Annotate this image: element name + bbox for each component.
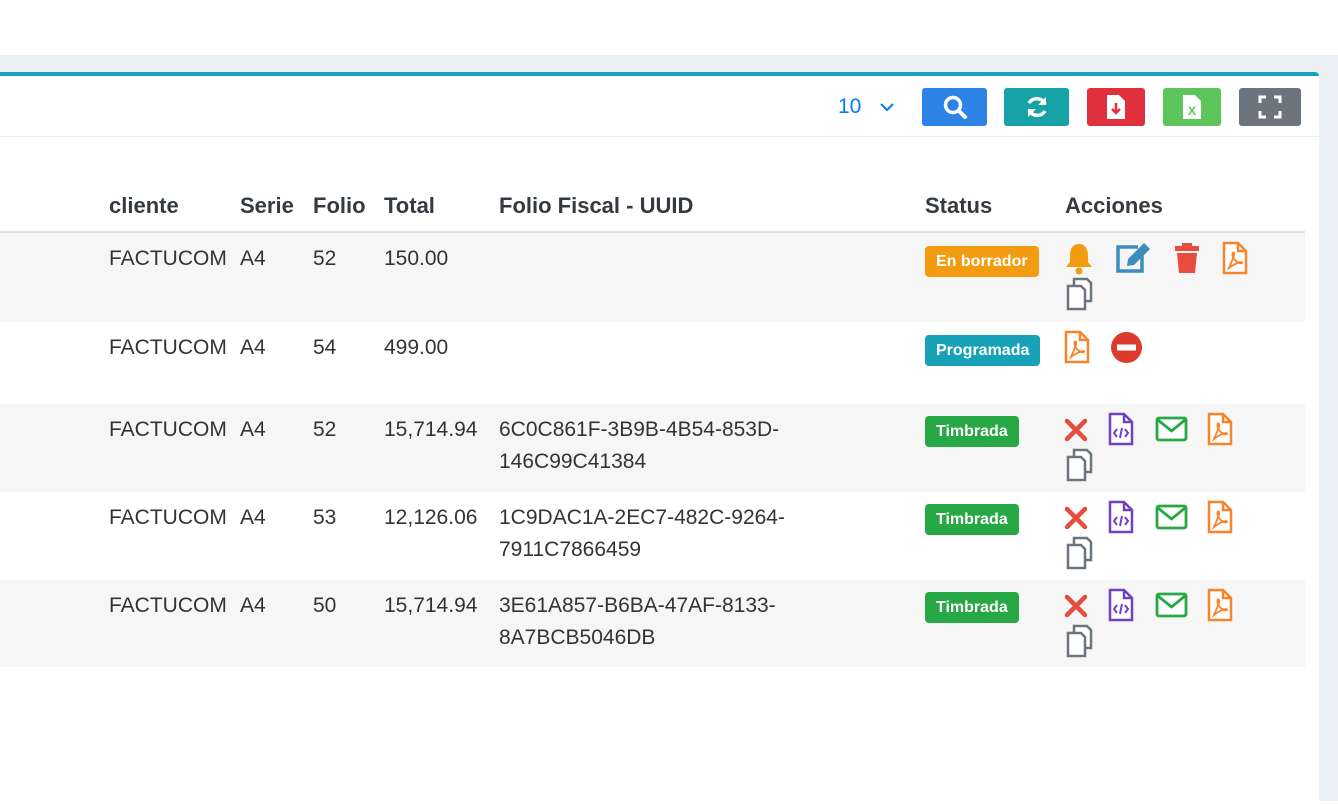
cell-folio: 50: [313, 594, 337, 617]
cell-uuid-line1: 6C0C861F-3B9B-4B54-853D-: [499, 418, 780, 441]
cell-serie: A4: [240, 418, 266, 441]
status-badge: Timbrada: [925, 416, 1019, 447]
card-toolbar: 10 X: [0, 76, 1319, 137]
column-header-folio[interactable]: Folio: [313, 193, 366, 219]
cell-total: 15,714.94: [384, 594, 478, 617]
status-badge: Timbrada: [925, 592, 1019, 623]
chevron-down-icon: [880, 103, 895, 112]
column-header-cliente[interactable]: cliente: [109, 193, 179, 219]
cell-cliente: FACTUCOM: [109, 594, 227, 617]
cell-total: 499.00: [384, 336, 449, 359]
pdf-file-icon[interactable]: [1207, 500, 1233, 534]
pdf-file-icon[interactable]: [1064, 330, 1090, 364]
cell-cliente: FACTUCOM: [109, 336, 227, 359]
fullscreen-button[interactable]: [1239, 88, 1301, 126]
cell-total: 12,126.06: [384, 506, 478, 529]
trash-icon[interactable]: [1172, 241, 1202, 275]
cell-serie: A4: [240, 594, 266, 617]
fullscreen-icon: [1258, 95, 1282, 119]
page-size-value: 10: [838, 95, 862, 118]
top-bar: [0, 0, 1338, 55]
search-button[interactable]: [922, 88, 987, 126]
xml-file-icon[interactable]: [1108, 588, 1134, 622]
cell-serie: A4: [240, 506, 266, 529]
pdf-file-icon[interactable]: [1207, 412, 1233, 446]
cell-uuid-line2: 7911C7866459: [499, 538, 642, 561]
table-row: FACTUCOM A4 52 150.00 En borrador: [0, 233, 1305, 322]
cell-folio: 52: [313, 418, 337, 441]
cell-total: 15,714.94: [384, 418, 478, 441]
column-header-status[interactable]: Status: [925, 193, 992, 219]
cell-folio: 54: [313, 336, 337, 359]
cell-cliente: FACTUCOM: [109, 506, 227, 529]
excel-icon: X: [1183, 95, 1201, 119]
xml-file-icon[interactable]: [1108, 412, 1134, 446]
copy-icon[interactable]: [1065, 536, 1093, 570]
cell-uuid-line1: 3E61A857-B6BA-47AF-8133-: [499, 594, 776, 617]
cell-uuid-line2: 8A7BCB5046DB: [499, 626, 656, 649]
table-row: FACTUCOM A4 53 12,126.06 1C9DAC1A-2EC7-4…: [0, 492, 1305, 580]
table-row: FACTUCOM A4 50 15,714.94 3E61A857-B6BA-4…: [0, 580, 1305, 667]
copy-icon[interactable]: [1065, 624, 1093, 658]
minus-circle-icon[interactable]: [1110, 331, 1143, 364]
refresh-button[interactable]: [1004, 88, 1069, 126]
export-excel-button[interactable]: X: [1163, 88, 1221, 126]
table-row: FACTUCOM A4 54 499.00 Programada: [0, 322, 1305, 404]
xml-file-icon[interactable]: [1108, 500, 1134, 534]
copy-icon[interactable]: [1065, 448, 1093, 482]
envelope-icon[interactable]: [1155, 416, 1188, 442]
svg-text:X: X: [1188, 104, 1196, 118]
table-row: FACTUCOM A4 52 15,714.94 6C0C861F-3B9B-4…: [0, 404, 1305, 492]
envelope-icon[interactable]: [1155, 592, 1188, 618]
status-badge: Timbrada: [925, 504, 1019, 535]
cell-folio: 52: [313, 247, 337, 270]
cell-serie: A4: [240, 336, 266, 359]
cancel-x-icon[interactable]: [1064, 418, 1088, 442]
column-header-serie[interactable]: Serie: [240, 193, 294, 219]
column-header-acciones: Acciones: [1065, 193, 1163, 218]
cell-uuid-line1: 1C9DAC1A-2EC7-482C-9264-: [499, 506, 785, 529]
status-badge: Programada: [925, 335, 1041, 366]
pdf-download-icon: [1107, 95, 1125, 119]
pdf-file-icon[interactable]: [1207, 588, 1233, 622]
envelope-icon[interactable]: [1155, 504, 1188, 530]
cancel-x-icon[interactable]: [1064, 594, 1088, 618]
edit-icon[interactable]: [1114, 241, 1152, 275]
status-badge: En borrador: [925, 246, 1039, 277]
cancel-x-icon[interactable]: [1064, 506, 1088, 530]
cell-cliente: FACTUCOM: [109, 418, 227, 441]
copy-icon[interactable]: [1065, 277, 1093, 311]
refresh-icon: [1026, 96, 1047, 118]
cell-total: 150.00: [384, 247, 449, 270]
cell-serie: A4: [240, 247, 266, 270]
bell-icon[interactable]: [1063, 241, 1095, 275]
column-header-total[interactable]: Total: [384, 193, 435, 219]
cell-folio: 53: [313, 506, 337, 529]
export-pdf-button[interactable]: [1087, 88, 1145, 126]
column-header-uuid[interactable]: Folio Fiscal - UUID: [499, 193, 693, 219]
page-size-select[interactable]: 10: [838, 95, 895, 119]
cell-uuid-line2: 146C99C41384: [499, 450, 647, 473]
pdf-file-icon[interactable]: [1222, 241, 1248, 275]
search-icon: [943, 95, 967, 119]
cell-cliente: FACTUCOM: [109, 247, 227, 270]
